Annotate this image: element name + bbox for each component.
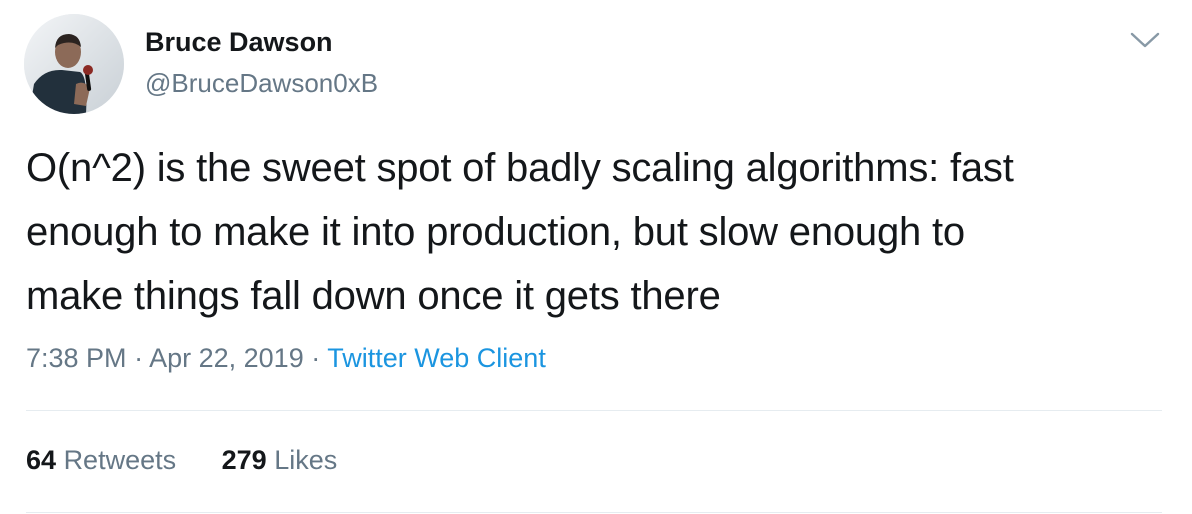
avatar[interactable] [24, 14, 124, 114]
likes-label: Likes [274, 445, 338, 475]
tweet-text-line: O(n^2) is the sweet spot of badly scalin… [26, 146, 1014, 190]
chevron-down-icon [1130, 32, 1160, 48]
retweets-stat[interactable]: 64 Retweets [26, 445, 176, 476]
tweet-text-line: make things fall down once it gets there [26, 274, 721, 318]
divider [26, 410, 1162, 411]
meta-separator: · [311, 343, 321, 373]
retweets-label: Retweets [63, 445, 177, 475]
tweet-source-link[interactable]: Twitter Web Client [327, 343, 546, 373]
likes-stat[interactable]: 279 Likes [222, 445, 338, 476]
tweet-time[interactable]: 7:38 PM [26, 343, 127, 373]
likes-count: 279 [221, 445, 267, 475]
tweet-date[interactable]: Apr 22, 2019 [149, 343, 304, 373]
author-name[interactable]: Bruce Dawson [145, 27, 333, 58]
tweet-menu-button[interactable] [1128, 28, 1162, 52]
tweet-text-line: enough to make it into production, but s… [26, 210, 965, 254]
profile-photo-icon [24, 14, 124, 114]
tweet-card: Bruce Dawson @BruceDawson0xB O(n^2) is t… [0, 0, 1192, 514]
divider [26, 512, 1162, 513]
retweets-count: 64 [26, 445, 57, 475]
tweet-text: O(n^2) is the sweet spot of badly scalin… [26, 136, 1176, 328]
author-handle[interactable]: @BruceDawson0xB [145, 68, 378, 99]
meta-separator: · [134, 343, 144, 373]
tweet-stats: 64 Retweets 279 Likes [26, 445, 337, 476]
tweet-metadata: 7:38 PM · Apr 22, 2019 · Twitter Web Cli… [26, 343, 546, 374]
